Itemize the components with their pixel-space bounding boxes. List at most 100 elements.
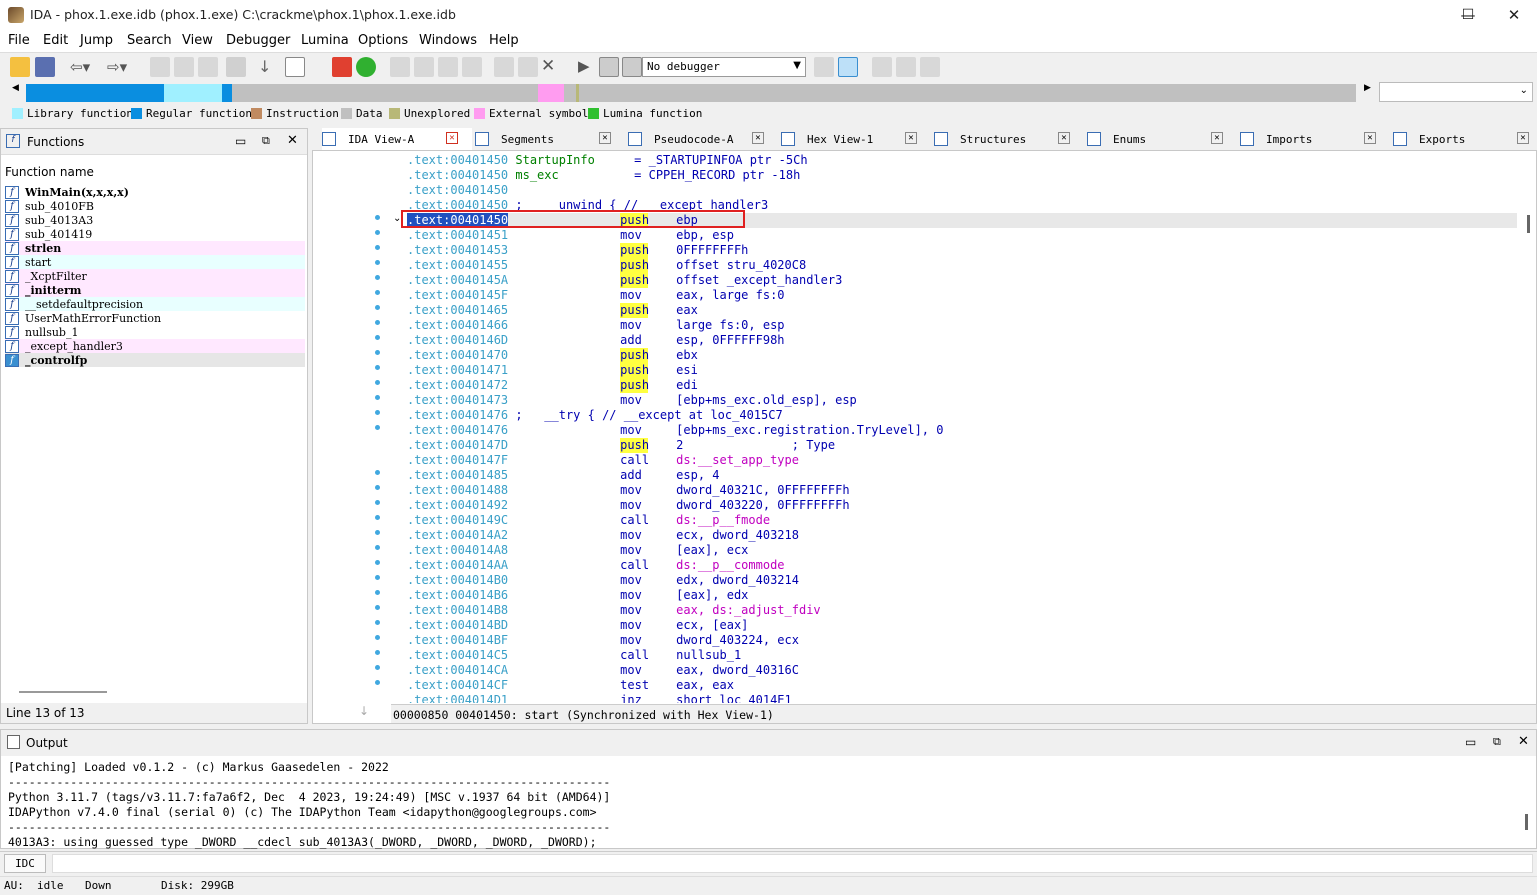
tab-segments[interactable]: Segments ✕	[475, 128, 625, 150]
tracing-icon[interactable]	[896, 57, 916, 77]
tab-close-icon[interactable]: ✕	[905, 132, 917, 144]
search-immediate-icon[interactable]	[198, 57, 218, 77]
disasm-line[interactable]: .text:00401471 push esi	[407, 363, 698, 378]
function-list-item[interactable]: f UserMathErrorFunction	[5, 311, 305, 325]
vertical-scrollbar[interactable]	[1527, 215, 1530, 233]
undefine-icon[interactable]	[494, 57, 514, 77]
function-list-item[interactable]: f _controlfp	[5, 353, 305, 367]
disasm-line[interactable]: .text:00401465 push eax	[407, 303, 698, 318]
disasm-line[interactable]: .text:004014B0 mov edx, dword_403214	[407, 573, 799, 588]
disasm-line[interactable]: .text:0040147F call ds:__set_app_type	[407, 453, 799, 468]
disasm-line[interactable]: .text:004014B6 mov [eax], edx	[407, 588, 748, 603]
function-list-item[interactable]: f __setdefaultprecision	[5, 297, 305, 311]
run-analysis-icon[interactable]	[356, 57, 376, 77]
idc-language-button[interactable]: IDC	[4, 854, 46, 873]
menu-edit[interactable]: Edit	[43, 33, 68, 48]
function-list-item[interactable]: f _XcptFilter	[5, 269, 305, 283]
code-icon[interactable]	[390, 57, 410, 77]
disasm-line[interactable]: .text:00401466 mov large fs:0, esp	[407, 318, 785, 333]
nav-left-arrow-icon[interactable]: ◀	[12, 83, 19, 93]
warning-icon[interactable]	[332, 57, 352, 77]
disasm-line[interactable]: .text:004014CA mov eax, dword_40316C	[407, 663, 799, 678]
menu-debugger[interactable]: Debugger	[226, 33, 290, 48]
pane-float-icon[interactable]: ⧉	[262, 134, 270, 148]
output-scrollbar[interactable]	[1525, 814, 1528, 830]
tab-close-icon[interactable]: ✕	[1211, 132, 1223, 144]
function-list-item[interactable]: f sub_401419	[5, 227, 305, 241]
command-input[interactable]	[52, 854, 1533, 873]
nav-select[interactable]: ⌄	[1379, 82, 1533, 102]
disasm-line[interactable]: .text:004014A2 mov ecx, dword_403218	[407, 528, 799, 543]
disasm-line[interactable]: .text:00401470 push ebx	[407, 348, 698, 363]
tab-pseudocode-a[interactable]: Pseudocode-A ✕	[628, 128, 778, 150]
tab-exports[interactable]: Exports ✕	[1393, 128, 1537, 150]
disasm-line[interactable]: .text:00401453 push 0FFFFFFFFh	[407, 243, 748, 258]
save-icon[interactable]	[35, 57, 55, 77]
disasm-line[interactable]: .text:00401450 ms_exc = CPPEH_RECORD ptr …	[407, 168, 800, 183]
close-button[interactable]: ✕	[1491, 0, 1537, 30]
open-file-icon[interactable]	[10, 57, 30, 77]
menu-windows[interactable]: Windows	[419, 33, 477, 48]
disasm-line[interactable]: .text:004014B8 mov eax, ds:_adjust_fdiv	[407, 603, 821, 618]
play-icon[interactable]: ▶	[578, 57, 590, 75]
navigation-band[interactable]: ◀ ▶ ⌄	[0, 80, 1537, 106]
tab-close-icon[interactable]: ✕	[599, 132, 611, 144]
maximize-button[interactable]: ☐	[1445, 0, 1491, 30]
disasm-line[interactable]: .text:00401473 mov [ebp+ms_exc.old_esp], e…	[407, 393, 857, 408]
search-text-icon[interactable]	[150, 57, 170, 77]
function-list-item[interactable]: f start	[5, 255, 305, 269]
forward-icon[interactable]: ⇨▾	[107, 58, 127, 76]
function-list-item[interactable]: f _initterm	[5, 283, 305, 297]
attach-icon[interactable]	[814, 57, 834, 77]
menu-search[interactable]: Search	[127, 33, 172, 48]
tab-close-icon[interactable]: ✕	[752, 132, 764, 144]
disasm-line[interactable]: .text:00401476 ; __try { // __except at …	[407, 408, 783, 423]
tab-hex-view-1[interactable]: Hex View-1 ✕	[781, 128, 931, 150]
sync-icon[interactable]	[838, 57, 858, 77]
array-icon[interactable]	[462, 57, 482, 77]
horizontal-scrollbar[interactable]	[19, 691, 107, 693]
function-name-column-header[interactable]: Function name	[1, 165, 307, 181]
disasm-line[interactable]: .text:004014CF test eax, eax	[407, 678, 734, 693]
clear-trace-icon[interactable]	[920, 57, 940, 77]
cross-icon[interactable]: ✕	[541, 56, 555, 76]
back-icon[interactable]: ⇦▾	[70, 58, 90, 76]
function-list-item[interactable]: f strlen	[5, 241, 305, 255]
pause-icon[interactable]	[599, 57, 619, 77]
menu-jump[interactable]: Jump	[80, 33, 113, 48]
function-list-item[interactable]: f sub_4013A3	[5, 213, 305, 227]
disasm-line[interactable]: .text:0040145F mov eax, large fs:0	[407, 288, 785, 303]
find-next-icon[interactable]	[226, 57, 246, 77]
tab-structures[interactable]: Structures ✕	[934, 128, 1084, 150]
disasm-line[interactable]: .text:004014A8 mov [eax], ecx	[407, 543, 748, 558]
tab-close-icon[interactable]: ✕	[1364, 132, 1376, 144]
disasm-line[interactable]: .text:004014AA call ds:__p__commode	[407, 558, 785, 573]
disasm-line[interactable]: .text:0040146D add esp, 0FFFFFF98h	[407, 333, 785, 348]
disasm-line[interactable]: .text:0040149C call ds:__p__fmode	[407, 513, 770, 528]
menu-file[interactable]: File	[8, 33, 30, 48]
pane-maximize-icon[interactable]: ▭	[235, 134, 246, 148]
function-list-item[interactable]: f _except_handler3	[5, 339, 305, 353]
disasm-line[interactable]: .text:00401488 mov dword_40321C, 0FFFFFFFF…	[407, 483, 850, 498]
tab-close-icon[interactable]: ✕	[1517, 132, 1529, 144]
output-float-icon[interactable]: ⧉	[1493, 735, 1501, 749]
disasm-line[interactable]: .text:00401485 add esp, 4	[407, 468, 720, 483]
disassembly-listing[interactable]: .text:00401450 StartupInfo = _STARTUPINFO…	[313, 153, 1523, 703]
disasm-line[interactable]: .text:0040145A push offset _except_handler…	[407, 273, 842, 288]
text-mode-icon[interactable]	[285, 57, 305, 77]
tab-enums[interactable]: Enums ✕	[1087, 128, 1237, 150]
tab-imports[interactable]: Imports ✕	[1240, 128, 1390, 150]
disasm-line[interactable]: .text:004014BD mov ecx, [eax]	[407, 618, 748, 633]
struct-icon[interactable]	[438, 57, 458, 77]
function-list-item[interactable]: f nullsub_1	[5, 325, 305, 339]
menu-options[interactable]: Options	[358, 33, 408, 48]
disasm-line[interactable]: .text:00401476 mov [ebp+ms_exc.registratio…	[407, 423, 943, 438]
data-icon[interactable]	[414, 57, 434, 77]
function-list-item[interactable]: f WinMain(x,x,x,x)	[5, 185, 305, 199]
search-binary-icon[interactable]	[174, 57, 194, 77]
disasm-line[interactable]: .text:00401472 push edi	[407, 378, 698, 393]
pane-close-icon[interactable]: ✕	[287, 133, 298, 148]
output-maximize-icon[interactable]: ▭	[1465, 735, 1476, 749]
disasm-line[interactable]: .text:00401492 mov dword_403220, 0FFFFFFFF…	[407, 498, 850, 513]
disasm-line[interactable]: .text:00401455 push offset stru_4020C8	[407, 258, 806, 273]
